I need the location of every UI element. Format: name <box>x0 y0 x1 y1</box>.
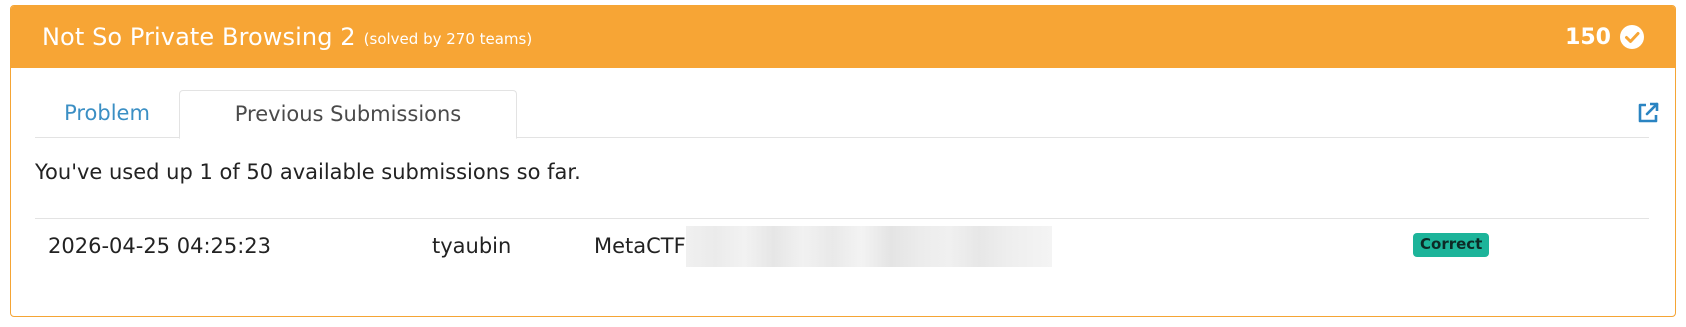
points-display: 150 <box>1565 24 1645 50</box>
submission-usage-text: You've used up 1 of 50 available submiss… <box>35 160 581 184</box>
tab-bar: Problem Previous Submissions <box>35 90 1649 139</box>
external-link-icon[interactable] <box>1635 100 1661 126</box>
submission-timestamp: 2026-04-25 04:25:23 <box>48 234 272 258</box>
status-badge: Correct <box>1413 233 1490 257</box>
submission-user: tyaubin <box>432 234 512 258</box>
tab-previous-submissions[interactable]: Previous Submissions <box>179 90 517 139</box>
challenge-panel: Not So Private Browsing 2 (solved by 270… <box>10 5 1676 317</box>
points-value: 150 <box>1565 24 1611 50</box>
tab-problem[interactable]: Problem <box>35 90 179 138</box>
submission-flag: MetaCTF <box>594 226 1052 267</box>
check-circle-icon <box>1620 25 1644 49</box>
solved-count: (solved by 270 teams) <box>363 30 533 48</box>
challenge-header: Not So Private Browsing 2 (solved by 270… <box>11 6 1675 68</box>
challenge-title: Not So Private Browsing 2 <box>42 23 356 51</box>
flag-prefix: MetaCTF <box>594 234 686 258</box>
table-row: 2026-04-25 04:25:23 tyaubin MetaCTF Corr… <box>35 218 1649 275</box>
redacted-flag <box>685 226 1052 267</box>
